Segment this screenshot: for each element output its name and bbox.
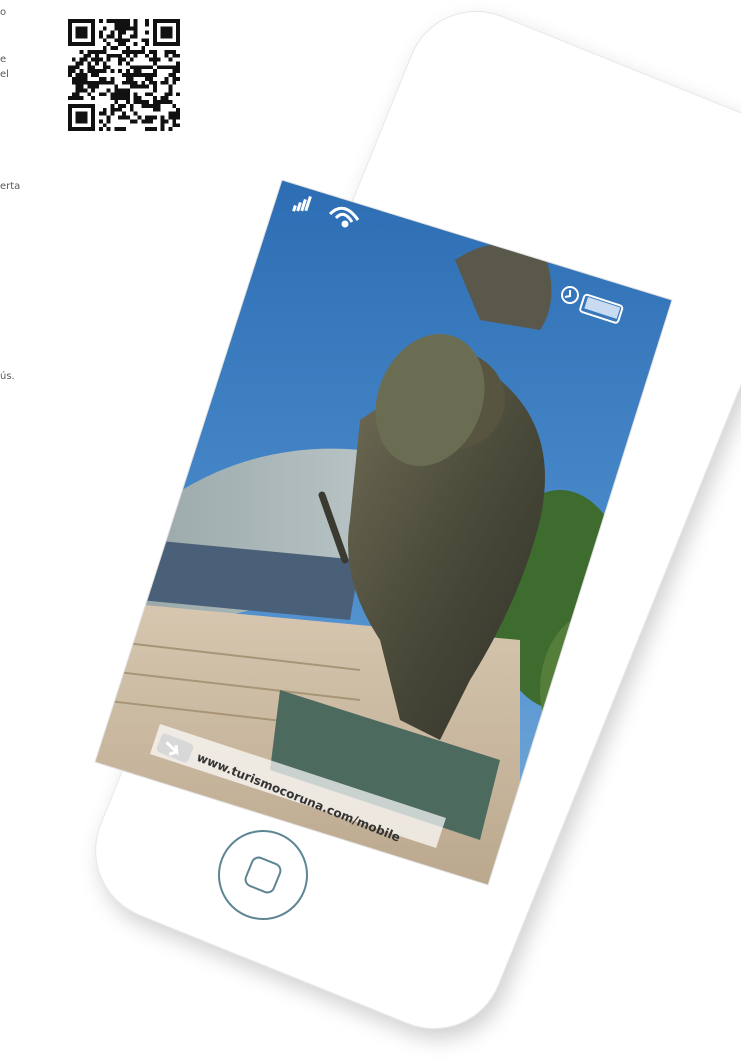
- home-square-icon: [242, 854, 284, 896]
- home-button[interactable]: [218, 830, 308, 920]
- phone-illustration: www.turismocoruna.com/mobile: [0, 0, 741, 1060]
- phone-screen: [0, 0, 741, 1036]
